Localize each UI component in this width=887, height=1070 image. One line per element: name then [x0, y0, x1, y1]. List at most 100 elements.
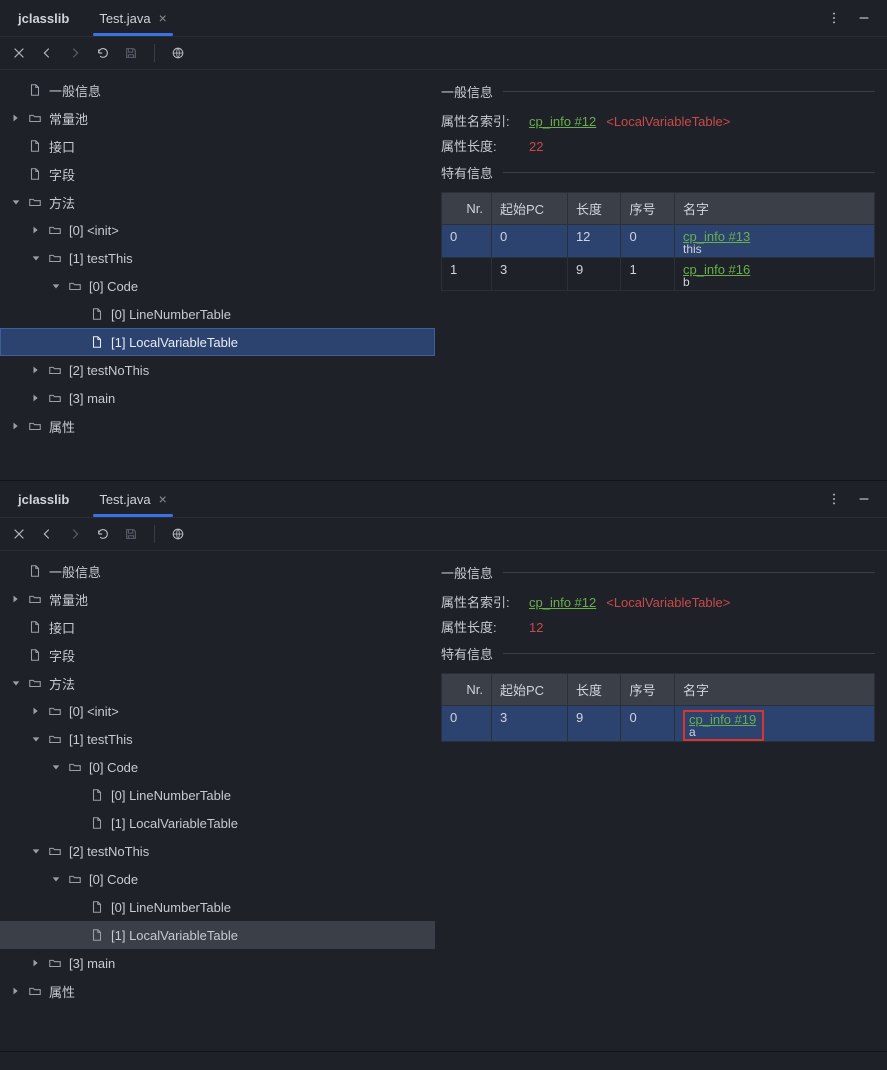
chevron-right-icon[interactable] [30, 958, 42, 968]
node-method-init[interactable]: [0] <init> [0, 216, 435, 244]
node-method-testthis[interactable]: [1] testThis [0, 244, 435, 272]
node-general-info[interactable]: 一般信息 [0, 76, 435, 104]
col-length[interactable]: 长度 [567, 674, 621, 706]
value-attr-length: 22 [529, 139, 543, 154]
chevron-down-icon[interactable] [30, 734, 42, 744]
col-startpc[interactable]: 起始PC [492, 674, 568, 706]
node-localvariabletable[interactable]: [1] LocalVariableTable [0, 809, 435, 837]
node-constant-pool[interactable]: 常量池 [0, 585, 435, 613]
label-attr-name-index: 属性名索引: [441, 111, 519, 130]
file-icon [28, 139, 43, 153]
node-fields[interactable]: 字段 [0, 641, 435, 669]
chevron-down-icon[interactable] [30, 253, 42, 263]
web-button[interactable] [171, 46, 185, 60]
node-code-0-b[interactable]: [0] Code [0, 865, 435, 893]
chevron-right-icon[interactable] [30, 225, 42, 235]
kebab-icon[interactable] [819, 7, 849, 29]
folder-icon [28, 419, 43, 433]
chevron-down-icon[interactable] [50, 874, 62, 884]
col-index[interactable]: 序号 [621, 674, 675, 706]
tree[interactable]: 一般信息 常量池 接口 字段 方法 [0] <init> [1] testThi… [0, 70, 435, 480]
save-button[interactable] [124, 46, 138, 60]
link-cpinfo-12[interactable]: cp_info #12 [529, 114, 596, 129]
col-length[interactable]: 长度 [567, 193, 621, 225]
link-cpinfo-16[interactable]: cp_info #16 [683, 262, 750, 277]
col-nr[interactable]: Nr. [442, 193, 492, 225]
node-constant-pool[interactable]: 常量池 [0, 104, 435, 132]
node-attributes[interactable]: 属性 [0, 977, 435, 1005]
node-attributes[interactable]: 属性 [0, 412, 435, 440]
chevron-down-icon[interactable] [30, 846, 42, 856]
minimize-icon[interactable] [849, 488, 879, 510]
node-code-0[interactable]: [0] Code [0, 753, 435, 781]
node-general-info[interactable]: 一般信息 [0, 557, 435, 585]
back-button[interactable] [40, 527, 54, 541]
chevron-right-icon[interactable] [30, 393, 42, 403]
node-method-testnothis[interactable]: [2] testNoThis [0, 356, 435, 384]
node-method-testthis[interactable]: [1] testThis [0, 725, 435, 753]
node-localvariabletable-b[interactable]: [1] LocalVariableTable [0, 921, 435, 949]
table-row[interactable]: 0 3 9 0 cp_info #19a [442, 706, 875, 742]
node-interfaces[interactable]: 接口 [0, 613, 435, 641]
details: 一般信息 属性名索引: cp_info #12 <LocalVariableTa… [435, 70, 887, 480]
tree[interactable]: 一般信息 常量池 接口 字段 方法 [0] <init> [1] testThi… [0, 551, 435, 1051]
titlebar: jclasslib Test.java × [0, 481, 887, 517]
tab-test-java[interactable]: Test.java × [87, 0, 179, 36]
close-icon[interactable]: × [159, 491, 167, 507]
close-button[interactable] [12, 46, 26, 60]
node-fields[interactable]: 字段 [0, 160, 435, 188]
chevron-right-icon[interactable] [10, 421, 22, 431]
chevron-right-icon[interactable] [10, 113, 22, 123]
node-methods[interactable]: 方法 [0, 188, 435, 216]
chevron-down-icon[interactable] [10, 197, 22, 207]
folder-icon [28, 195, 43, 209]
local-variable-table[interactable]: Nr. 起始PC 长度 序号 名字 0 0 12 0 cp_info #13th… [441, 192, 875, 291]
node-localvariabletable[interactable]: [1] LocalVariableTable [0, 328, 435, 356]
node-linenumbertable[interactable]: [0] LineNumberTable [0, 300, 435, 328]
node-interfaces[interactable]: 接口 [0, 132, 435, 160]
file-icon [90, 335, 105, 349]
app-title: jclasslib [8, 11, 79, 26]
node-method-testnothis[interactable]: [2] testNoThis [0, 837, 435, 865]
local-variable-table[interactable]: Nr. 起始PC 长度 序号 名字 0 3 9 0 cp_info #19a [441, 673, 875, 742]
chevron-down-icon[interactable] [10, 678, 22, 688]
label-attr-name-index: 属性名索引: [441, 592, 519, 611]
col-nr[interactable]: Nr. [442, 674, 492, 706]
forward-button[interactable] [68, 46, 82, 60]
chevron-right-icon[interactable] [30, 365, 42, 375]
file-icon [90, 788, 105, 802]
col-startpc[interactable]: 起始PC [492, 193, 568, 225]
file-icon [90, 816, 105, 830]
web-button[interactable] [171, 527, 185, 541]
node-method-main[interactable]: [3] main [0, 384, 435, 412]
chevron-right-icon[interactable] [30, 706, 42, 716]
save-button[interactable] [124, 527, 138, 541]
col-name[interactable]: 名字 [675, 193, 875, 225]
reload-button[interactable] [96, 46, 110, 60]
minimize-icon[interactable] [849, 7, 879, 29]
link-cpinfo-12[interactable]: cp_info #12 [529, 595, 596, 610]
back-button[interactable] [40, 46, 54, 60]
node-method-main[interactable]: [3] main [0, 949, 435, 977]
kebab-icon[interactable] [819, 488, 849, 510]
node-methods[interactable]: 方法 [0, 669, 435, 697]
node-method-init[interactable]: [0] <init> [0, 697, 435, 725]
chevron-down-icon[interactable] [50, 281, 62, 291]
node-linenumbertable[interactable]: [0] LineNumberTable [0, 781, 435, 809]
label-attr-length: 属性长度: [441, 617, 519, 636]
reload-button[interactable] [96, 527, 110, 541]
table-row[interactable]: 0 0 12 0 cp_info #13this [442, 225, 875, 258]
node-linenumbertable-b[interactable]: [0] LineNumberTable [0, 893, 435, 921]
node-code-0[interactable]: [0] Code [0, 272, 435, 300]
forward-button[interactable] [68, 527, 82, 541]
tab-test-java[interactable]: Test.java × [87, 481, 179, 517]
chevron-right-icon[interactable] [10, 594, 22, 604]
table-row[interactable]: 1 3 9 1 cp_info #16b [442, 258, 875, 291]
col-index[interactable]: 序号 [621, 193, 675, 225]
close-button[interactable] [12, 527, 26, 541]
link-cpinfo-19[interactable]: cp_info #19 [689, 712, 756, 727]
chevron-down-icon[interactable] [50, 762, 62, 772]
close-icon[interactable]: × [159, 10, 167, 26]
col-name[interactable]: 名字 [675, 674, 875, 706]
chevron-right-icon[interactable] [10, 986, 22, 996]
